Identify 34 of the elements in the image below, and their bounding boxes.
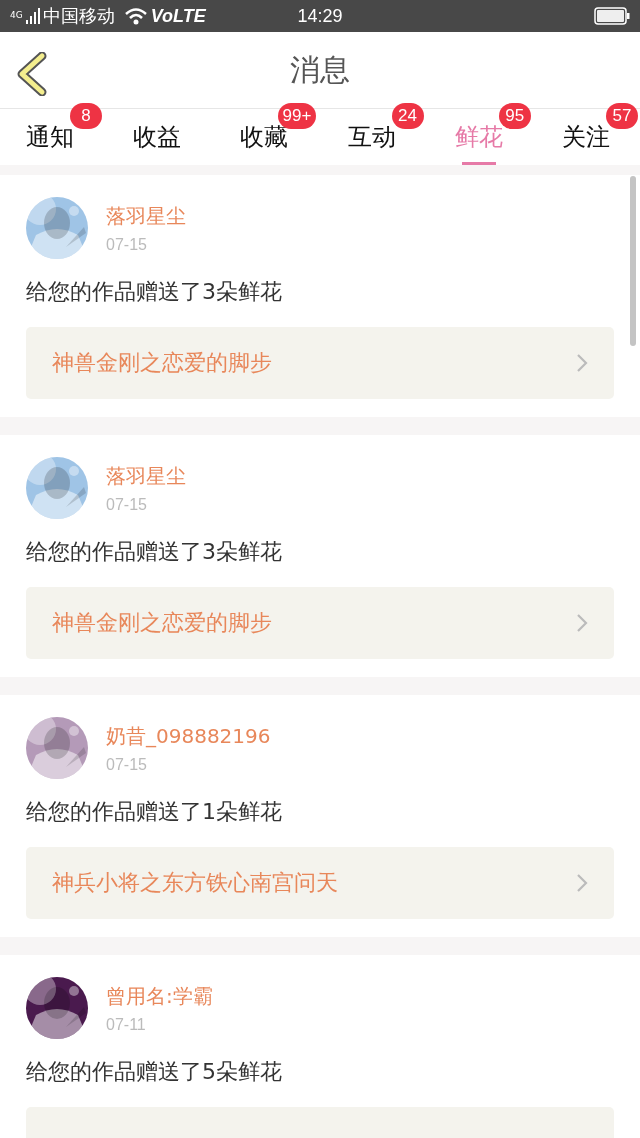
user-name[interactable]: 曾用名:学霸	[106, 983, 213, 1010]
signal-icon	[25, 8, 40, 24]
work-link[interactable]: 神兽金刚之恋爱的脚步	[26, 327, 614, 399]
count-badge: 95	[498, 103, 531, 129]
work-title: 神兽金刚之恋爱的脚步	[52, 609, 272, 637]
message-date: 07-11	[106, 1016, 147, 1034]
message-date: 07-15	[106, 756, 148, 774]
battery-icon	[594, 7, 630, 25]
message-text: 给您的作品赠送了1朵鲜花	[26, 798, 283, 826]
work-link[interactable]: 神兽金刚之恋爱的脚步	[26, 587, 614, 659]
page-title: 消息	[290, 50, 350, 89]
work-title: 神兵小将之东方铁心南宫问天	[52, 869, 338, 897]
count-badge: 24	[391, 103, 424, 129]
chevron-icon	[576, 613, 588, 633]
network-type: 4G	[10, 10, 23, 20]
count-badge: 8	[70, 103, 102, 129]
chevron-icon	[576, 873, 588, 893]
work-title: 神兽金刚之恋爱的脚步	[52, 349, 272, 377]
message-date: 07-15	[106, 496, 148, 514]
user-name[interactable]: 落羽星尘	[106, 463, 186, 490]
chevron-icon	[576, 353, 588, 373]
carrier-name: 中国移动	[42, 4, 115, 28]
volte-label: VoLTE	[150, 5, 206, 27]
user-name[interactable]: 落羽星尘	[106, 203, 186, 230]
message-date: 07-15	[106, 236, 148, 254]
count-badge: 57	[605, 103, 638, 129]
work-link[interactable]: 神兵小将之东方铁心南宫问天	[26, 847, 614, 919]
tab[interactable]: 收益	[125, 109, 190, 165]
message-text: 给您的作品赠送了3朵鲜花	[26, 538, 283, 566]
user-name[interactable]: 奶昔_098882196	[106, 723, 271, 750]
clock: 14:29	[297, 5, 343, 27]
wifi-icon	[123, 7, 148, 25]
message-text: 给您的作品赠送了5朵鲜花	[26, 1058, 283, 1086]
message-text: 给您的作品赠送了3朵鲜花	[26, 278, 283, 306]
